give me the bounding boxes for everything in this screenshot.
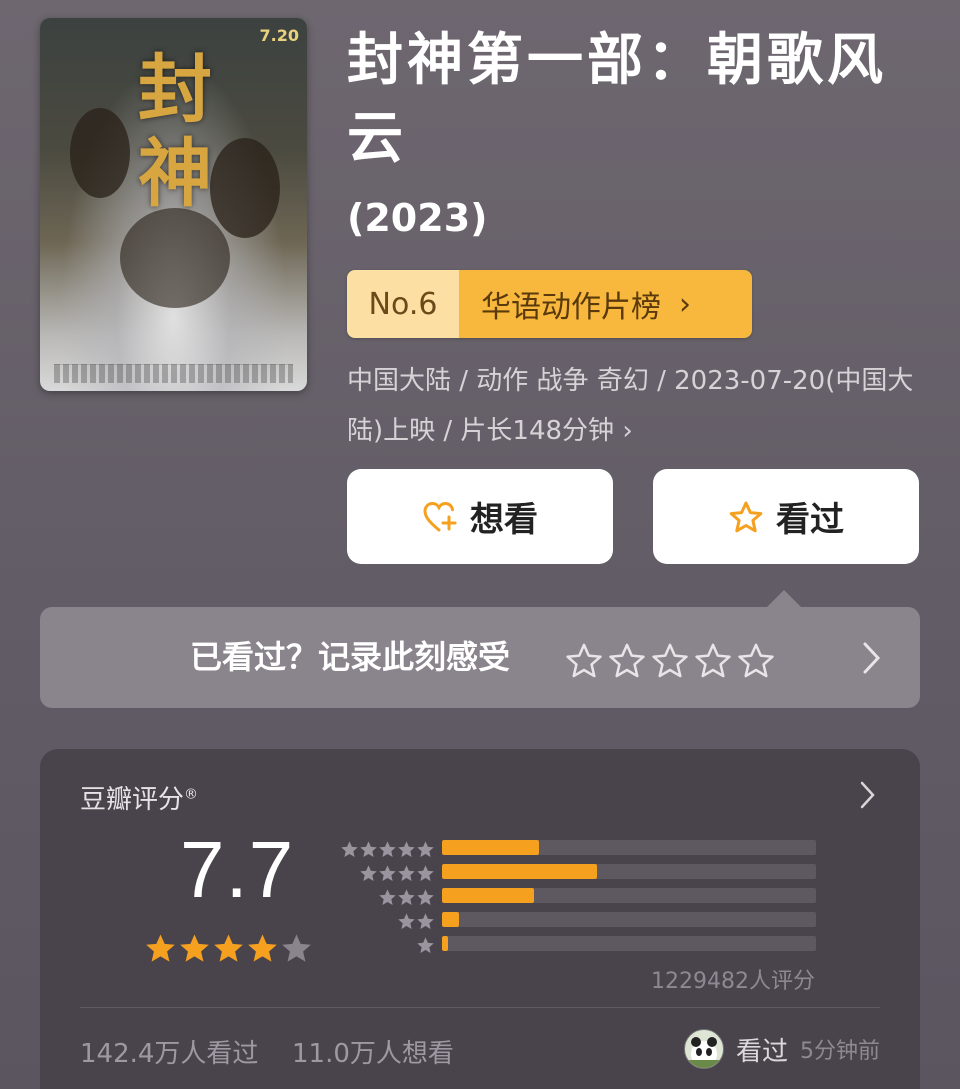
chevron-right-icon xyxy=(862,641,882,679)
poster-title-glyph: 封神 xyxy=(138,47,212,217)
distribution-track xyxy=(442,864,816,879)
star-small-icon xyxy=(398,888,415,905)
distribution-bar xyxy=(442,864,598,879)
chevron-right-icon: › xyxy=(679,286,691,322)
star-small-icon xyxy=(398,912,415,929)
divider xyxy=(80,1007,880,1008)
heart-plus-icon xyxy=(422,500,458,534)
star-outline-icon[interactable] xyxy=(651,642,689,680)
star-small-icon xyxy=(341,840,358,857)
want-label: 想看 xyxy=(470,500,538,540)
rank-badge[interactable]: No.6 华语动作片榜 › xyxy=(347,270,752,338)
distribution-bar xyxy=(442,888,534,903)
distribution-stars xyxy=(335,864,435,883)
star-small-icon xyxy=(379,888,396,905)
tooltip-pointer xyxy=(766,590,802,608)
distribution-row xyxy=(335,861,816,885)
star-small-icon xyxy=(360,864,377,881)
poster-figure xyxy=(120,208,230,308)
star-small-icon xyxy=(417,888,434,905)
seen-button[interactable]: 看过 xyxy=(653,469,919,564)
star-small-icon xyxy=(379,864,396,881)
chevron-right-icon[interactable] xyxy=(860,781,876,813)
rank-list: 华语动作片榜 › xyxy=(459,270,752,338)
distribution-track xyxy=(442,936,816,951)
distribution-stars xyxy=(335,888,435,907)
star-outline-icon[interactable] xyxy=(694,642,732,680)
distribution-bar xyxy=(442,840,540,855)
douban-rating-panel: 豆瓣评分® 7.7 1229482人评分 142.4万人看过 11.0万人想看 … xyxy=(40,749,920,1089)
registered-mark: ® xyxy=(184,786,199,803)
star-empty-icon xyxy=(282,934,311,962)
star-filled-icon xyxy=(214,934,243,962)
poster-date-badge: 7.20 xyxy=(259,26,299,45)
rating-label: 豆瓣评分® xyxy=(80,779,198,816)
distribution-row xyxy=(335,837,816,861)
star-small-icon xyxy=(360,840,377,857)
distribution-bar xyxy=(442,912,459,927)
distribution-track xyxy=(442,840,816,855)
star-filled-icon xyxy=(180,934,209,962)
rating-star-input[interactable] xyxy=(565,642,775,680)
my-status: 看过 xyxy=(735,1036,788,1067)
rating-score: 7.7 xyxy=(180,825,295,914)
distribution-track xyxy=(442,912,816,927)
star-icon xyxy=(728,500,764,534)
movie-year: (2023) xyxy=(347,196,488,240)
star-outline-icon[interactable] xyxy=(737,642,775,680)
want-count[interactable]: 11.0万人想看 xyxy=(292,1033,454,1070)
distribution-bar xyxy=(442,936,448,951)
star-filled-icon xyxy=(146,934,175,962)
rank-number: No.6 xyxy=(347,270,459,338)
rating-label-text: 豆瓣评分 xyxy=(80,785,185,815)
star-small-icon xyxy=(417,912,434,929)
my-time: 5分钟前 xyxy=(800,1039,880,1064)
record-prompt: 已看过？记录此刻感受 xyxy=(190,638,511,676)
watched-count[interactable]: 142.4万人看过 xyxy=(80,1033,258,1070)
star-small-icon xyxy=(417,840,434,857)
poster-credits xyxy=(54,364,293,383)
star-small-icon xyxy=(398,840,415,857)
distribution-row xyxy=(335,909,816,933)
star-small-icon xyxy=(398,864,415,881)
distribution-track xyxy=(442,888,816,903)
want-button[interactable]: 想看 xyxy=(347,469,613,564)
movie-title: 封神第一部：朝歌风云 xyxy=(347,28,887,171)
star-small-icon xyxy=(417,864,434,881)
record-feeling-bar[interactable]: 已看过？记录此刻感受 xyxy=(40,607,920,708)
distribution-stars xyxy=(335,936,435,955)
star-small-icon xyxy=(379,840,396,857)
star-small-icon xyxy=(417,936,434,953)
distribution-row xyxy=(335,933,816,957)
rank-list-label: 华语动作片榜 xyxy=(481,290,661,325)
poster-figure xyxy=(210,138,280,238)
my-activity[interactable]: 看过 5分钟前 xyxy=(683,1029,880,1069)
rating-count: 1229482人评分 xyxy=(651,969,815,994)
star-outline-icon[interactable] xyxy=(608,642,646,680)
rating-stars xyxy=(144,932,313,965)
seen-label: 看过 xyxy=(776,500,844,540)
movie-meta[interactable]: 中国大陆 / 动作 战争 奇幻 / 2023-07-20(中国大陆)上映 / 片… xyxy=(347,356,927,456)
avatar xyxy=(683,1029,724,1069)
poster-figure xyxy=(70,108,130,198)
star-outline-icon[interactable] xyxy=(565,642,603,680)
star-filled-icon xyxy=(248,934,277,962)
distribution-stars xyxy=(335,840,435,859)
distribution-row xyxy=(335,885,816,909)
distribution-stars xyxy=(335,912,435,931)
movie-poster[interactable]: 封神 7.20 xyxy=(40,18,307,391)
